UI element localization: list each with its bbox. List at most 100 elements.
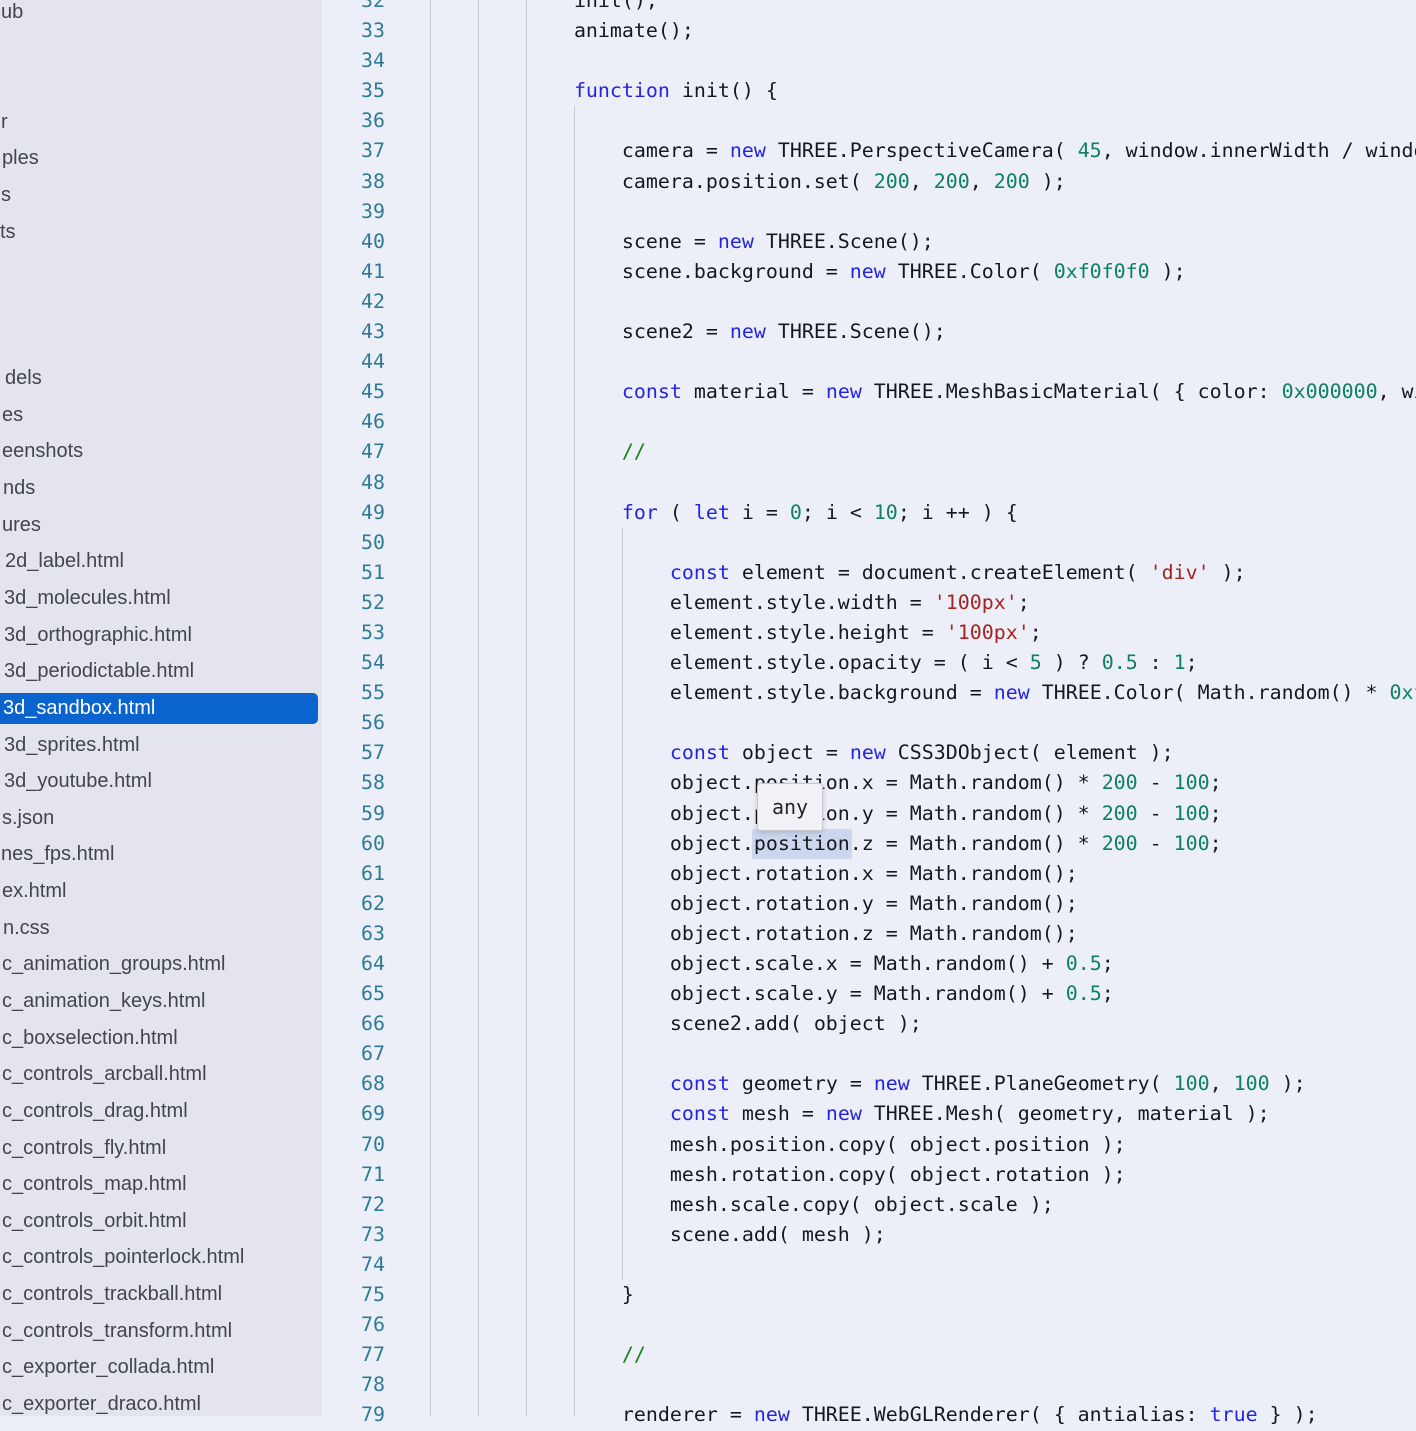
code-editor-text[interactable]: init(); animate(); function init() { cam… — [430, 0, 1416, 1431]
code-line[interactable]: scene2.add( object ); — [430, 1012, 922, 1035]
code-line[interactable]: mesh.scale.copy( object.scale ); — [430, 1193, 1054, 1216]
file-item-label: c_controls_arcball.html — [0, 1063, 207, 1086]
code-line[interactable]: scene.background = new THREE.Color( 0xf0… — [430, 260, 1186, 283]
code-token: 0xf0f0f0 — [1054, 260, 1150, 283]
file-item[interactable]: 3d_youtube.html — [0, 763, 322, 800]
code-line[interactable]: camera.position.set( 200, 200, 200 ); — [430, 170, 1066, 193]
code-line[interactable]: // — [430, 440, 646, 463]
file-item-selected[interactable]: 3d_sandbox.html — [0, 690, 322, 727]
code-line[interactable]: const geometry = new THREE.PlaneGeometry… — [430, 1072, 1306, 1095]
code-token: ; — [1210, 802, 1222, 825]
code-token: , — [1210, 1072, 1234, 1095]
code-token: material = — [682, 380, 826, 403]
code-line[interactable]: for ( let i = 0; i < 10; i ++ ) { — [430, 501, 1018, 524]
code-line[interactable]: const element = document.createElement( … — [430, 561, 1246, 584]
code-line[interactable]: scene2 = new THREE.Scene(); — [430, 320, 946, 343]
code-line[interactable]: element.style.opacity = ( i < 5 ) ? 0.5 … — [430, 651, 1198, 674]
file-item[interactable]: 3d_molecules.html — [0, 580, 322, 617]
code-line[interactable]: element.style.background = new THREE.Col… — [430, 681, 1416, 704]
file-item[interactable]: es — [0, 397, 322, 434]
code-line[interactable]: const object = new CSS3DObject( element … — [430, 741, 1174, 764]
file-item-label: 3d_periodictable.html — [0, 660, 194, 683]
file-item-label: c_controls_map.html — [0, 1173, 187, 1196]
file-item[interactable]: ples — [0, 140, 322, 177]
file-item[interactable]: n.css — [0, 910, 322, 947]
code-token: THREE.Color( Math.random() * — [1030, 681, 1390, 704]
file-item[interactable]: 3d_periodictable.html — [0, 653, 322, 690]
code-token: } — [622, 1283, 634, 1306]
code-line[interactable]: camera = new THREE.PerspectiveCamera( 45… — [430, 139, 1416, 162]
file-item[interactable]: c_controls_fly.html — [0, 1130, 322, 1167]
file-item-label: 3d_youtube.html — [0, 770, 152, 793]
file-item[interactable]: s — [0, 177, 322, 214]
file-item[interactable]: ts — [0, 214, 322, 251]
file-item[interactable]: ures — [0, 507, 322, 544]
code-token: CSS3DObject( element ); — [886, 741, 1174, 764]
code-token: 200 — [1102, 771, 1138, 794]
code-line[interactable]: animate(); — [430, 19, 694, 42]
file-item[interactable]: c_boxselection.html — [0, 1020, 322, 1057]
file-item[interactable]: nes_fps.html — [0, 836, 322, 873]
code-token: init(); — [574, 0, 658, 12]
file-item[interactable]: c_controls_drag.html — [0, 1093, 322, 1130]
code-line[interactable]: const mesh = new THREE.Mesh( geometry, m… — [430, 1102, 1270, 1125]
file-item[interactable]: ub — [0, 0, 322, 31]
code-line[interactable]: object.rotation.y = Math.random(); — [430, 892, 1078, 915]
file-item-label: ples — [0, 147, 39, 170]
code-line[interactable]: object.position.z = Math.random() * 200 … — [430, 832, 1222, 855]
code-line[interactable]: object.rotation.x = Math.random(); — [430, 862, 1078, 885]
code-token: mesh.scale.copy( object.scale ); — [670, 1193, 1054, 1216]
file-item[interactable]: 3d_orthographic.html — [0, 617, 322, 654]
code-token: 200 — [1102, 832, 1138, 855]
code-line[interactable]: element.style.width = '100px'; — [430, 591, 1030, 614]
file-item[interactable]: 3d_sprites.html — [0, 727, 322, 764]
file-item[interactable]: c_controls_transform.html — [0, 1313, 322, 1350]
file-item[interactable]: c_controls_trackball.html — [0, 1276, 322, 1313]
code-line[interactable]: object.scale.x = Math.random() + 0.5; — [430, 952, 1114, 975]
file-item[interactable]: eenshots — [0, 433, 322, 470]
code-line[interactable]: // — [430, 1343, 646, 1366]
file-item[interactable]: c_controls_pointerlock.html — [0, 1239, 322, 1276]
code-token: 0.5 — [1102, 651, 1138, 674]
file-item[interactable]: ex.html — [0, 873, 322, 910]
file-item[interactable]: dels — [0, 360, 322, 397]
code-line[interactable]: mesh.rotation.copy( object.rotation ); — [430, 1163, 1126, 1186]
code-line[interactable]: scene.add( mesh ); — [430, 1223, 886, 1246]
file-item[interactable]: s.json — [0, 800, 322, 837]
code-line[interactable]: init(); — [430, 0, 658, 12]
file-item[interactable]: c_exporter_collada.html — [0, 1349, 322, 1386]
code-line[interactable]: const material = new THREE.MeshBasicMate… — [430, 380, 1416, 403]
file-item[interactable]: nds — [0, 470, 322, 507]
code-token: true — [1210, 1403, 1258, 1426]
code-line[interactable]: } — [430, 1283, 634, 1306]
file-item[interactable]: c_controls_orbit.html — [0, 1203, 322, 1240]
code-line[interactable]: element.style.height = '100px'; — [430, 621, 1042, 644]
code-token: : — [1138, 651, 1174, 674]
file-item[interactable]: c_animation_keys.html — [0, 983, 322, 1020]
file-item-label: nds — [0, 477, 35, 500]
file-item[interactable]: c_exporter_draco.html — [0, 1386, 322, 1416]
code-line[interactable]: object.rotation.z = Math.random(); — [430, 922, 1078, 945]
code-token: scene.add( mesh ); — [670, 1223, 886, 1246]
code-line[interactable]: object.position.x = Math.random() * 200 … — [430, 771, 1222, 794]
code-line[interactable]: renderer = new THREE.WebGLRenderer( { an… — [430, 1403, 1318, 1426]
file-item[interactable]: c_animation_groups.html — [0, 946, 322, 983]
code-token: , wireframe: — [1378, 380, 1416, 403]
code-line[interactable]: object.position.y = Math.random() * 200 … — [430, 802, 1222, 825]
code-token: element = document.createElement( — [730, 561, 1150, 584]
code-token: mesh.position.copy( object.position ); — [670, 1133, 1126, 1156]
code-line[interactable]: function init() { — [430, 79, 778, 102]
code-token: 200 — [1102, 802, 1138, 825]
file-item[interactable]: c_controls_arcball.html — [0, 1056, 322, 1093]
code-token: 200 — [874, 170, 910, 193]
file-item[interactable]: c_controls_map.html — [0, 1166, 322, 1203]
file-item-label: c_exporter_collada.html — [0, 1356, 214, 1379]
file-item[interactable]: 2d_label.html — [0, 543, 322, 580]
code-line[interactable]: object.scale.y = Math.random() + 0.5; — [430, 982, 1114, 1005]
code-line[interactable]: scene = new THREE.Scene(); — [430, 230, 934, 253]
code-token: object = — [730, 741, 850, 764]
file-item-label: 3d_sandbox.html — [0, 697, 155, 720]
code-line[interactable]: mesh.position.copy( object.position ); — [430, 1133, 1126, 1156]
code-token: object.rotation.z = Math.random(); — [670, 922, 1078, 945]
file-item[interactable]: r — [0, 104, 322, 141]
